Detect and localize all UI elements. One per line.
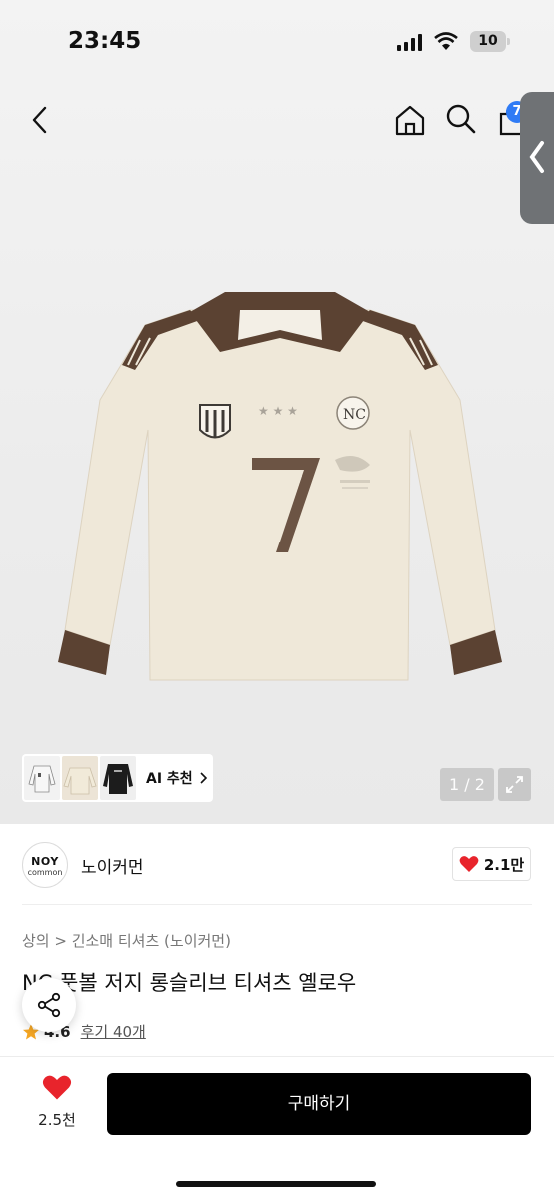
svg-text:NC: NC bbox=[343, 407, 366, 423]
share-button[interactable] bbox=[22, 978, 76, 1032]
battery-icon: 10 bbox=[470, 31, 510, 52]
wishlist-button[interactable]: 2.5천 bbox=[34, 1074, 80, 1130]
brand-logo-text: NOY bbox=[31, 855, 59, 868]
status-bar: 23:45 10 bbox=[0, 0, 554, 80]
thumbnail-2[interactable] bbox=[62, 756, 98, 800]
cellular-signal-icon bbox=[397, 34, 422, 51]
home-icon[interactable] bbox=[393, 103, 427, 137]
brand-like-button[interactable]: 2.1만 bbox=[452, 847, 531, 881]
category-breadcrumb[interactable]: 상의 > 긴소매 티셔츠 (노이커먼) bbox=[22, 930, 231, 951]
brand-logo[interactable]: NOY common bbox=[22, 842, 68, 888]
search-icon[interactable] bbox=[445, 103, 477, 135]
brand-like-count: 2.1만 bbox=[483, 855, 525, 874]
ai-recommend-link[interactable]: AI 추천 bbox=[146, 768, 207, 788]
home-indicator bbox=[176, 1181, 376, 1187]
divider bbox=[22, 904, 532, 905]
image-pager: 1 / 2 bbox=[440, 768, 494, 801]
thumbnail-1[interactable] bbox=[24, 756, 60, 800]
chevron-right-icon bbox=[200, 772, 207, 784]
status-time: 23:45 bbox=[68, 28, 142, 54]
heart-icon bbox=[42, 1075, 72, 1100]
buy-button[interactable]: 구매하기 bbox=[107, 1073, 531, 1135]
battery-level: 10 bbox=[478, 33, 498, 49]
svg-text:★ ★ ★: ★ ★ ★ bbox=[258, 404, 298, 418]
wishlist-count: 2.5천 bbox=[38, 1111, 76, 1129]
fullscreen-button[interactable] bbox=[498, 768, 531, 801]
brand-name[interactable]: 노이커먼 bbox=[81, 853, 144, 878]
back-arrow-icon[interactable] bbox=[26, 104, 54, 136]
thumbnail-strip: AI 추천 bbox=[22, 754, 213, 802]
ai-recommend-label: AI 추천 bbox=[146, 771, 193, 787]
product-photo: ★ ★ ★ NC bbox=[58, 292, 502, 681]
wifi-icon bbox=[434, 32, 458, 50]
expand-icon bbox=[506, 776, 523, 793]
product-image-gallery[interactable]: ★ ★ ★ NC 23:45 10 7 AI 추천 1 / 2 bbox=[0, 0, 554, 824]
brand-logo-subtext: common bbox=[27, 868, 63, 877]
chevron-left-icon bbox=[529, 141, 544, 173]
side-panel-handle[interactable] bbox=[520, 92, 554, 224]
share-icon bbox=[37, 992, 61, 1018]
heart-icon bbox=[459, 856, 479, 872]
thumbnail-3[interactable] bbox=[100, 756, 136, 800]
review-count-link[interactable]: 후기 40개 bbox=[81, 1021, 146, 1042]
